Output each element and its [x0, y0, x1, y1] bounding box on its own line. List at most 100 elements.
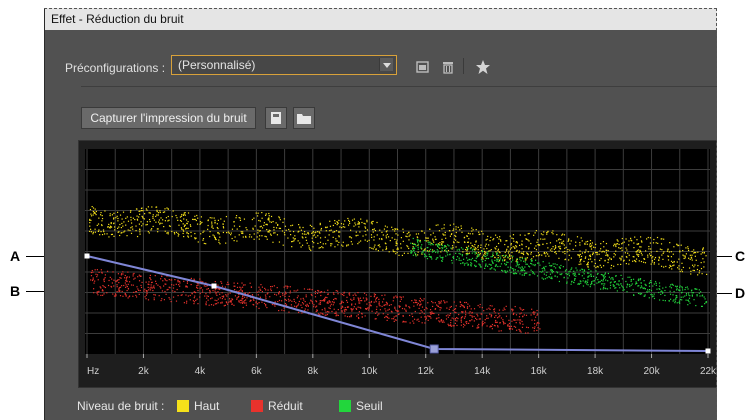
- noise-point-threshold: [514, 269, 516, 271]
- noise-point-threshold: [475, 261, 478, 263]
- noise-point-high: [371, 236, 373, 239]
- noise-point-reduced: [330, 303, 332, 305]
- noise-point-reduced: [278, 299, 281, 302]
- noise-point-reduced: [357, 306, 359, 308]
- noise-point-high: [536, 241, 538, 243]
- noise-point-threshold: [447, 244, 449, 246]
- curve-control-point[interactable]: [705, 348, 711, 354]
- noise-point-high: [381, 231, 383, 233]
- noise-point-reduced: [265, 305, 267, 307]
- noise-point-high: [301, 233, 304, 235]
- noise-point-high: [653, 261, 655, 264]
- noise-point-high: [528, 240, 530, 242]
- noise-point-high: [268, 212, 270, 215]
- noise-point-high: [613, 256, 615, 258]
- capture-noise-print-button[interactable]: Capturer l'impression du bruit: [81, 107, 256, 129]
- noise-point-high: [598, 253, 600, 255]
- noise-point-threshold: [499, 257, 502, 259]
- noise-point-high: [635, 261, 637, 263]
- noise-point-threshold: [431, 243, 433, 245]
- noise-point-reduced: [193, 297, 195, 299]
- noise-point-high: [228, 232, 230, 234]
- noise-point-threshold: [610, 278, 612, 280]
- x-tick-label: 6k: [251, 366, 263, 377]
- noise-point-high: [466, 250, 468, 252]
- curve-control-point[interactable]: [429, 344, 439, 354]
- noise-point-high: [395, 253, 397, 255]
- noise-point-threshold: [648, 297, 650, 299]
- favorite-star-icon[interactable]: [475, 59, 491, 75]
- noise-point-reduced: [261, 290, 264, 293]
- noise-point-high: [213, 217, 215, 219]
- noise-point-threshold: [507, 256, 509, 258]
- noise-graph[interactable]: Hz 2k 4k 6k 8k 10k 12k 14k 16k 18k 20k 22k: [79, 141, 716, 387]
- noise-point-reduced: [335, 298, 337, 300]
- noise-point-reduced: [499, 315, 501, 317]
- noise-point-reduced: [412, 320, 414, 322]
- noise-point-high: [508, 250, 510, 252]
- curve-control-point[interactable]: [84, 253, 90, 259]
- save-preset-icon[interactable]: [415, 59, 431, 75]
- noise-point-high: [481, 257, 483, 259]
- noise-point-high: [90, 213, 92, 215]
- noise-point-reduced: [532, 327, 534, 329]
- noise-point-high: [537, 255, 539, 257]
- noise-point-threshold: [422, 251, 424, 253]
- noise-point-reduced: [228, 301, 230, 303]
- noise-point-threshold: [703, 296, 705, 298]
- save-noise-print-button[interactable]: [265, 107, 287, 129]
- noise-point-reduced: [147, 283, 149, 285]
- presets-dropdown[interactable]: (Personnalisé): [171, 55, 397, 75]
- noise-point-reduced: [420, 309, 422, 312]
- noise-point-high: [197, 217, 199, 219]
- noise-point-reduced: [112, 293, 114, 295]
- noise-point-threshold: [680, 296, 682, 298]
- noise-point-reduced: [306, 303, 308, 305]
- noise-point-reduced: [457, 317, 459, 320]
- noise-point-threshold: [676, 302, 678, 304]
- chevron-down-icon[interactable]: [379, 58, 393, 71]
- noise-point-reduced: [351, 304, 353, 306]
- noise-point-high: [472, 229, 474, 231]
- noise-point-threshold: [446, 247, 448, 250]
- noise-point-reduced: [288, 300, 290, 302]
- noise-point-high: [636, 253, 638, 255]
- noise-point-threshold: [473, 251, 475, 253]
- noise-point-high: [155, 206, 157, 208]
- noise-point-high: [700, 253, 702, 255]
- noise-point-reduced: [402, 315, 404, 317]
- noise-point-reduced: [301, 312, 303, 314]
- noise-point-threshold: [629, 276, 631, 278]
- noise-point-reduced: [350, 308, 352, 310]
- noise-point-threshold: [489, 268, 491, 270]
- noise-point-high: [589, 255, 592, 258]
- noise-point-high: [117, 220, 119, 222]
- noise-point-high: [589, 242, 591, 245]
- curve-control-point[interactable]: [211, 283, 217, 289]
- noise-point-threshold: [570, 268, 572, 270]
- open-noise-print-button[interactable]: [293, 107, 315, 129]
- noise-point-threshold: [637, 279, 640, 282]
- noise-point-high: [160, 217, 162, 219]
- noise-point-reduced: [228, 298, 231, 300]
- noise-point-high: [551, 250, 553, 252]
- noise-point-high: [92, 214, 94, 216]
- noise-point-reduced: [141, 281, 143, 284]
- noise-point-high: [551, 231, 553, 234]
- noise-point-reduced: [123, 284, 125, 287]
- noise-point-high: [270, 221, 273, 223]
- noise-point-high: [339, 231, 341, 233]
- noise-point-high: [184, 214, 186, 216]
- noise-point-high: [510, 242, 512, 245]
- noise-point-high: [89, 222, 91, 224]
- noise-point-reduced: [461, 305, 463, 307]
- noise-point-high: [483, 248, 485, 250]
- noise-point-high: [264, 214, 267, 216]
- noise-point-reduced: [378, 302, 380, 305]
- noise-point-reduced: [319, 303, 322, 305]
- noise-point-threshold: [545, 265, 547, 268]
- noise-point-reduced: [421, 306, 424, 308]
- noise-point-threshold: [417, 248, 419, 250]
- delete-preset-icon[interactable]: [440, 59, 456, 75]
- noise-point-high: [432, 238, 434, 240]
